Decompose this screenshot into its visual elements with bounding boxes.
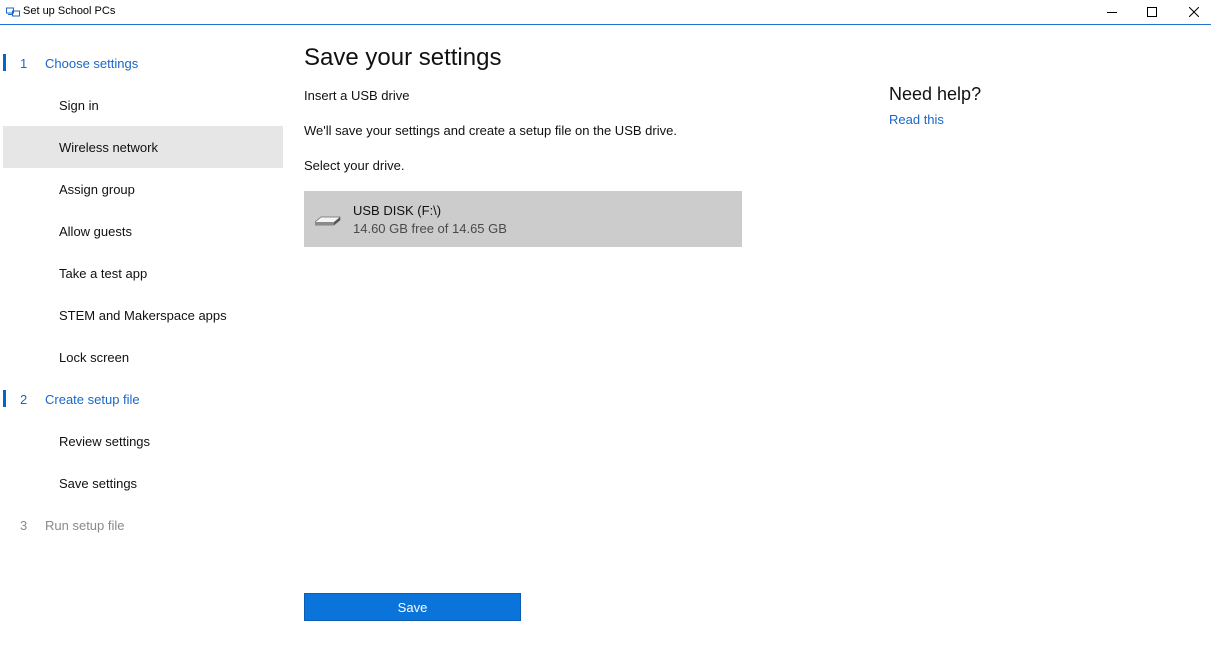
instruction-text: Insert a USB drive	[304, 88, 410, 103]
sidebar-item-label: Review settings	[59, 433, 151, 449]
step-create-setup-file[interactable]: 2 Create setup file	[0, 378, 283, 420]
sidebar-item-label: STEM and Makerspace apps	[59, 307, 227, 323]
close-icon	[1189, 7, 1199, 17]
step-label: Choose settings	[45, 55, 139, 71]
step-number: 2	[20, 391, 28, 407]
sidebar-item-wireless-network[interactable]: Wireless network	[3, 126, 283, 168]
title-bar: Set up School PCs	[0, 0, 1211, 25]
sidebar-item-review-settings[interactable]: Review settings	[0, 420, 283, 462]
sidebar-item-save-settings[interactable]: Save settings	[0, 462, 283, 504]
window-title: Set up School PCs	[23, 5, 116, 17]
usb-drive-icon	[314, 214, 341, 232]
description-text: We'll save your settings and create a se…	[304, 123, 677, 138]
sidebar-item-label: Sign in	[59, 97, 99, 113]
minimize-button[interactable]	[1092, 0, 1132, 24]
step-label: Run setup file	[45, 517, 125, 533]
sidebar-item-label: Save settings	[59, 475, 138, 491]
read-this-link[interactable]: Read this	[889, 112, 944, 127]
maximize-button[interactable]	[1132, 0, 1172, 24]
sidebar-item-label: Wireless network	[59, 139, 158, 155]
step-label: Create setup file	[45, 391, 140, 407]
sidebar-item-stem-apps[interactable]: STEM and Makerspace apps	[0, 294, 283, 336]
step-choose-settings[interactable]: 1 Choose settings	[0, 42, 283, 84]
help-panel: Need help? Read this	[889, 84, 982, 127]
close-button[interactable]	[1174, 0, 1211, 24]
page-title: Save your settings	[304, 44, 502, 71]
sidebar-item-sign-in[interactable]: Sign in	[0, 84, 283, 126]
drive-free-space: 14.60 GB free of 14.65 GB	[353, 221, 507, 236]
sidebar-item-lock-screen[interactable]: Lock screen	[0, 336, 283, 378]
sidebar-item-assign-group[interactable]: Assign group	[0, 168, 283, 210]
sidebar-item-label: Take a test app	[59, 265, 148, 281]
sidebar-nav: 1 Choose settings Sign in Wireless netwo…	[0, 42, 283, 546]
minimize-icon	[1107, 12, 1117, 13]
sidebar-item-allow-guests[interactable]: Allow guests	[0, 210, 283, 252]
step-number: 3	[20, 517, 28, 533]
step-run-setup-file: 3 Run setup file	[0, 504, 283, 546]
step-active-indicator	[3, 54, 6, 71]
step-active-indicator	[3, 390, 6, 407]
maximize-icon	[1147, 7, 1157, 17]
step-number: 1	[20, 55, 28, 71]
help-title: Need help?	[889, 84, 982, 104]
sidebar-item-label: Assign group	[59, 181, 135, 197]
drive-name: USB DISK (F:\)	[353, 203, 442, 218]
sidebar-item-label: Lock screen	[59, 349, 130, 365]
save-button[interactable]: Save	[304, 593, 521, 621]
app-icon	[6, 6, 20, 24]
sidebar-item-label: Allow guests	[59, 223, 132, 239]
sidebar-item-take-a-test[interactable]: Take a test app	[0, 252, 283, 294]
usb-drive-option[interactable]: USB DISK (F:\) 14.60 GB free of 14.65 GB	[304, 191, 742, 247]
select-drive-prompt: Select your drive.	[304, 158, 405, 173]
